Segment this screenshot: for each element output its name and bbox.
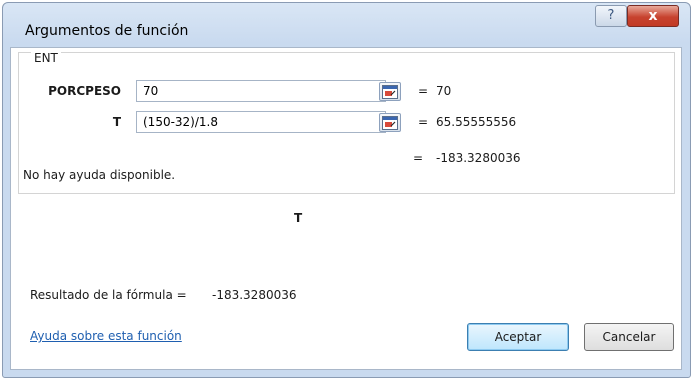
argument-label-t: T (112, 115, 121, 129)
cancel-button[interactable]: Cancelar (584, 323, 674, 351)
porcpeso-input[interactable] (136, 80, 386, 102)
formula-result-label: Resultado de la fórmula = (30, 288, 187, 302)
argument-result-t: 65.55555556 (436, 115, 517, 129)
dialog-body: ENT PORCPESO = 70 T (10, 47, 682, 370)
equals-sign: = (413, 151, 424, 165)
function-result: -183.3280036 (436, 151, 521, 165)
equals-sign: = (418, 115, 429, 129)
function-arguments-dialog: Argumentos de función ? x ENT PORCPESO =… (2, 2, 691, 378)
dialog-title: Argumentos de función (25, 23, 189, 39)
help-on-function-link[interactable]: Ayuda sobre esta función (30, 329, 182, 343)
function-name: ENT (31, 51, 61, 65)
argument-label-porcpeso: PORCPESO (48, 84, 121, 98)
formula-result-value: -183.3280036 (212, 288, 297, 302)
title-bar[interactable]: Argumentos de función ? x (3, 3, 690, 39)
current-argument-name: T (294, 211, 303, 225)
argument-result-porcpeso: 70 (436, 84, 452, 98)
close-button[interactable]: x (627, 5, 679, 27)
collapse-dialog-icon (382, 116, 398, 130)
collapse-dialog-icon (382, 85, 398, 99)
help-button[interactable]: ? (595, 5, 627, 27)
collapse-dialog-button-porcpeso[interactable] (379, 82, 401, 101)
ok-button[interactable]: Aceptar (467, 323, 569, 351)
help-text: No hay ayuda disponible. (23, 168, 176, 182)
t-input[interactable] (136, 111, 386, 133)
collapse-dialog-button-t[interactable] (379, 113, 401, 132)
equals-sign: = (418, 84, 429, 98)
